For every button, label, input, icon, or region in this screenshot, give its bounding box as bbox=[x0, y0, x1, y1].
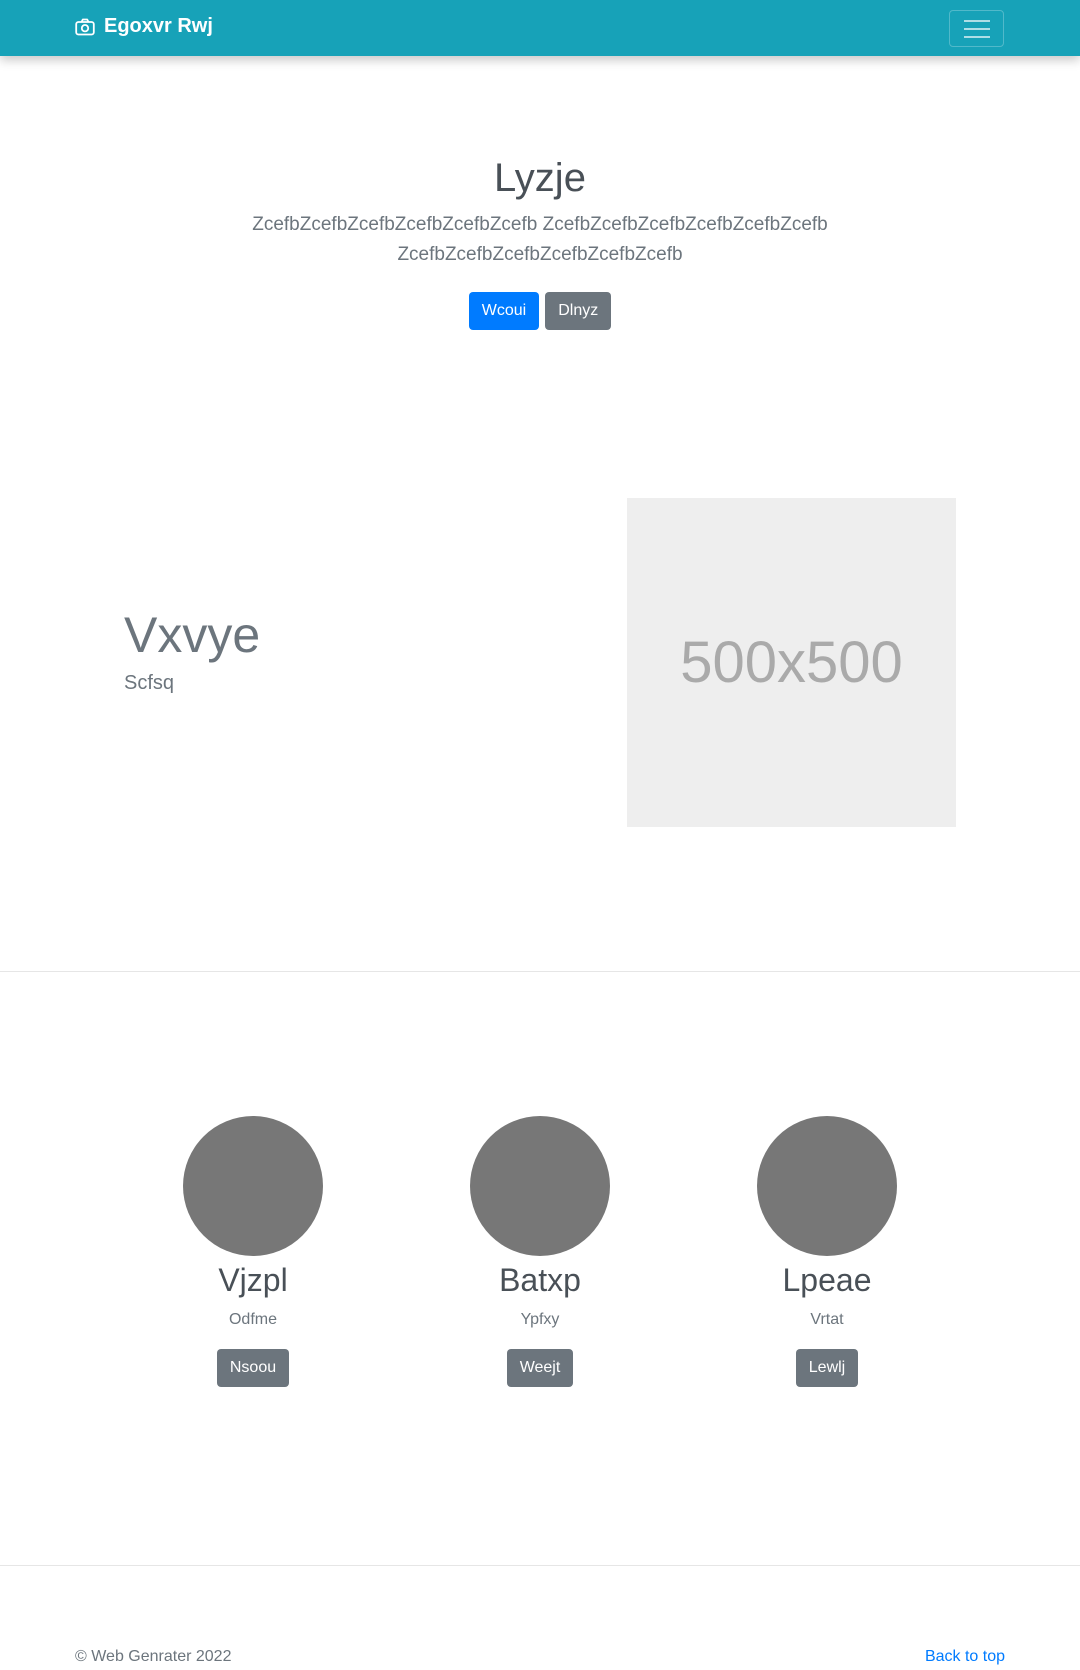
column-button[interactable]: Lewlj bbox=[795, 1349, 859, 1387]
navbar: Egoxvr Rwj bbox=[0, 0, 1080, 56]
camera-icon bbox=[75, 18, 95, 35]
avatar bbox=[757, 1116, 897, 1256]
column-button[interactable]: Weejt bbox=[506, 1349, 574, 1387]
feature-heading: Vxvye bbox=[124, 607, 261, 663]
back-to-top-link[interactable]: Back to top bbox=[925, 1648, 1005, 1666]
column-button[interactable]: Nsoou bbox=[216, 1349, 290, 1387]
footer-copyright: © Web Genrater 2022 bbox=[75, 1648, 232, 1665]
column-text: Odfme bbox=[228, 1311, 277, 1328]
column-title: Lpeae bbox=[782, 1262, 872, 1298]
hero-lead: ZcefbZcefbZcefbZcefbZcefbZcefb ZcefbZcef… bbox=[252, 214, 828, 265]
column-card: Lpeae Vrtat Lewlj bbox=[677, 1116, 977, 1387]
brand-text: Egoxvr Rwj bbox=[104, 15, 213, 37]
brand-link[interactable]: Egoxvr Rwj bbox=[75, 15, 213, 38]
hero-buttons: Wcoui Dlnyz bbox=[0, 292, 1080, 330]
column-card: Vjzpl Odfme Nsoou bbox=[103, 1116, 403, 1387]
hero-secondary-button[interactable]: Dlnyz bbox=[545, 292, 612, 330]
column-text: Vrtat bbox=[810, 1311, 844, 1328]
section-divider bbox=[0, 971, 1080, 972]
column-title: Batxp bbox=[499, 1262, 581, 1298]
placeholder-size-label: 500x500 bbox=[680, 630, 903, 695]
hero-title: Lyzje bbox=[494, 156, 586, 200]
column-title: Vjzpl bbox=[218, 1262, 288, 1298]
feature-image-placeholder: 500x500 bbox=[627, 498, 956, 827]
feature-subheading: Scfsq bbox=[124, 672, 175, 694]
avatar bbox=[470, 1116, 610, 1256]
column-text: Ypfxy bbox=[520, 1311, 560, 1328]
avatar bbox=[183, 1116, 323, 1256]
column-card: Batxp Ypfxy Weejt bbox=[390, 1116, 690, 1387]
hamburger-icon bbox=[963, 19, 990, 22]
footer-divider bbox=[0, 1565, 1080, 1566]
navbar-toggler-button[interactable] bbox=[949, 10, 1004, 47]
hero-primary-button[interactable]: Wcoui bbox=[468, 292, 540, 330]
